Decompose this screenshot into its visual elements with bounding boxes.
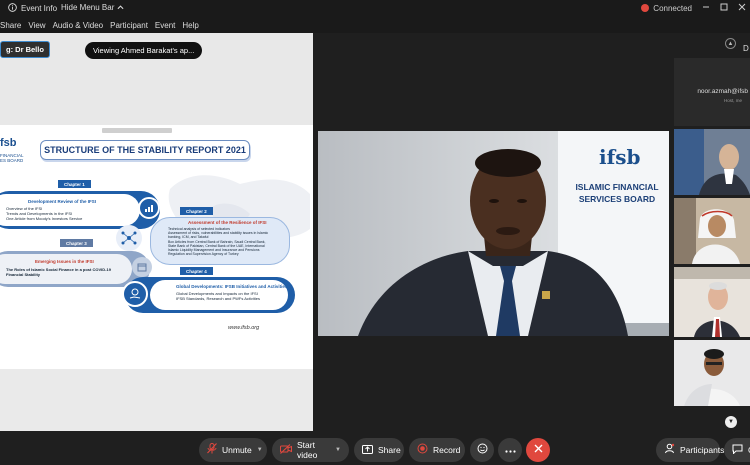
microphone-muted-icon [207,443,217,457]
window-controls: Connected [641,3,746,13]
chapter-4-tag: Chapter 4 [180,267,213,275]
share-icon [362,444,373,457]
chapter-3-text: The Roles of Islamic Social Finance in a… [6,267,111,277]
more-options-button[interactable] [498,438,522,462]
chapter-2-tag: Chapter 2 [180,207,213,215]
close-icon[interactable] [738,3,746,13]
chapter-1-text: Overview of the IFSI Trends and Developm… [6,206,82,221]
chat-button[interactable]: Ch [724,438,750,462]
chapter-3-tag: Chapter 3 [60,239,93,247]
participant-video [674,267,750,337]
slide-title: STRUCTURE OF THE STABILITY REPORT 2021 [40,140,250,160]
ifsb-logo-fragment: fsb [0,137,17,149]
chevron-down-icon[interactable]: ▼ [725,416,737,428]
participant-video [674,198,750,264]
participant-tile[interactable] [674,267,750,337]
chapter-4-line: IFSB Standards, Research and PWFs Activi… [176,296,261,301]
unmute-button[interactable]: Unmute ▼ [199,438,267,462]
chart-icon [138,197,160,219]
minimize-icon[interactable] [702,3,710,13]
meeting-toolbar: Unmute ▼ Start video ▼ Share Record Part… [0,436,750,465]
chapter-1-heading: Development Review of the IFSI [28,199,97,204]
participant-role: Host, me [723,98,742,103]
unmute-label: Unmute [222,445,252,455]
logo-sub-line-2: ES BOARD [0,158,24,163]
menu-share[interactable]: Share [0,21,21,30]
participants-label: Participants [680,445,725,455]
info-icon [8,3,17,14]
hide-menu-bar-label: Hide Menu Bar [61,3,115,12]
participant-tile[interactable] [674,198,750,264]
chevron-up-icon[interactable]: ▲ [725,38,736,49]
chapter-2-heading: Assessment of the Resilience of IFSI [188,220,267,225]
chevron-up-icon [117,3,124,12]
ifsb-wall-line-2: SERVICES BOARD [578,194,656,204]
menu-view[interactable]: View [28,21,45,30]
close-icon [534,444,543,456]
participant-video [674,340,750,406]
maximize-icon[interactable] [720,3,728,13]
active-speaker-video[interactable]: ifsb ISLAMIC FINANCIAL SERVICES BOARD [318,131,669,336]
active-speaker-label: g: Dr Bello [0,41,50,58]
share-label: Share [378,445,401,455]
participant-tile[interactable] [674,340,750,406]
participant-tile[interactable]: noor.azmah@ifsb Host, me [674,58,750,126]
chapter-2-line: Regulation and Supervision Agency of Tur… [168,252,239,257]
menu-audio-video[interactable]: Audio & Video [53,21,104,30]
participant-name: noor.azmah@ifsb [697,88,748,95]
leave-button[interactable] [526,438,550,462]
event-info-button[interactable]: Event Info [8,3,57,14]
event-info-label: Event Info [21,4,58,13]
participant-gallery: noor.azmah@ifsb Host, me [674,58,750,408]
smiley-icon [477,443,488,457]
money-icon [122,281,148,307]
chapter-2-text: Technical analysis of selected indicator… [168,227,268,256]
presentation-slide: fsb FINANCIAL ES BOARD STRUCTURE OF THE … [0,129,313,369]
network-icon [116,225,142,251]
meeting-window: Event Info Hide Menu Bar Connected Share… [0,0,750,465]
connection-status: Connected [641,4,692,13]
shared-screen[interactable]: g: Dr Bello Viewing Ahmed Barakat's ap..… [0,33,313,431]
menu-event[interactable]: Event [155,21,175,30]
shared-screen-footer [0,369,313,431]
chapter-4-text: Global Developments and Impacts on the I… [176,291,260,301]
menu-participant[interactable]: Participant [110,21,148,30]
gallery-d-label: D [743,44,749,53]
viewing-share-label[interactable]: Viewing Ahmed Barakat's ap... [85,42,203,59]
participant-tile[interactable] [674,129,750,195]
participants-icon [664,443,675,457]
connection-label: Connected [653,3,692,13]
chapter-1-line: One Article from Moody's Investors Servi… [6,216,83,221]
record-icon [417,443,428,457]
chevron-down-icon[interactable]: ▼ [335,447,341,453]
connection-icon [641,4,650,12]
start-video-button[interactable]: Start video ▼ [272,438,349,462]
ifsb-wall-line-1: ISLAMIC FINANCIAL [575,182,659,192]
chevron-down-icon[interactable]: ▼ [257,447,263,453]
chat-icon [732,444,743,457]
ifsb-wall-logo: ifsb [599,145,641,169]
more-icon [504,445,516,456]
chapter-3-heading: Emerging Issues in the IFSI [35,259,94,264]
record-button[interactable]: Record [409,438,465,462]
video-off-icon [280,443,292,457]
chapter-1-tag: Chapter 1 [58,180,91,188]
record-label: Record [433,445,461,455]
chapter-4-heading: Global Developments: IFSB Initiatives an… [176,284,288,289]
start-video-label: Start video [297,440,318,460]
participants-button[interactable]: Participants [656,438,724,462]
ifsb-logo-subtext: FINANCIAL ES BOARD [0,153,24,163]
hide-menu-bar-button[interactable]: Hide Menu Bar [61,3,124,12]
participant-video [674,129,750,195]
chapter-3-line: Financial Stability [6,272,41,277]
slide-drag-handle[interactable] [102,128,172,133]
calendar-icon [132,257,152,277]
title-bar: Event Info Hide Menu Bar Connected [0,0,750,17]
menu-help[interactable]: Help [182,21,198,30]
menu-bar: Share View Audio & Video Participant Eve… [0,17,750,33]
slide-url: www.ifsb.org [228,325,260,331]
reactions-button[interactable] [470,438,494,462]
share-button[interactable]: Share [354,438,404,462]
